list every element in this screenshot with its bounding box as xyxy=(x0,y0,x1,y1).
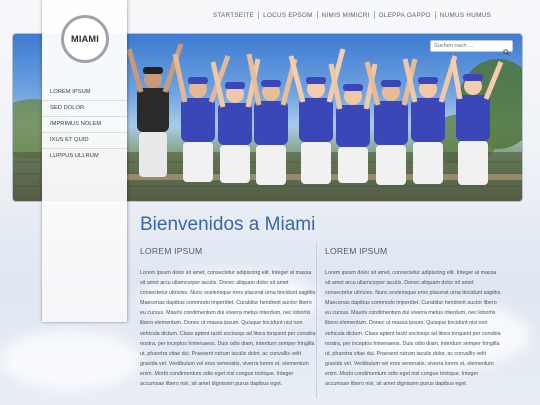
column-text: Lorem ipsum dolor sit amet, consectetur … xyxy=(140,270,317,388)
column-divider xyxy=(316,242,317,398)
content-column-right: LOREM IPSUM Lorem ipsum dolor sit amet, … xyxy=(325,246,502,389)
sidebar-item-ixus-et-quid[interactable]: IXUS ET QUID xyxy=(42,133,127,149)
nav-link-oleppa-oappo[interactable]: OLEPPA OAPPO xyxy=(375,12,435,19)
page-title: Bienvenidos a Miami xyxy=(140,214,316,235)
column-title: LOREM IPSUM xyxy=(140,246,203,256)
sidebar-item-imprimus-nolem[interactable]: IMPRIMUS NOLEM xyxy=(42,117,127,133)
sidebar-item-lorem-ipsum[interactable]: LOREM IPSUM xyxy=(42,85,127,101)
site-logo[interactable]: MIAMI xyxy=(61,15,109,63)
top-navigation: STARTSEITE LOCUS EPSOM NIMIS MIMICRI OLE… xyxy=(209,11,495,19)
sidebar: MIAMI LOREM IPSUM SED DOLOR IMPRIMUS NOL… xyxy=(42,0,127,322)
nav-link-locus-epsom[interactable]: LOCUS EPSOM xyxy=(259,12,317,19)
search-box[interactable]: Suchen nach ... xyxy=(430,40,513,56)
nav-link-numus-humus[interactable]: NUMUS HUMUS xyxy=(436,12,495,19)
sidebar-item-sed-dolor[interactable]: SED DOLOR xyxy=(42,101,127,117)
column-title: LOREM IPSUM xyxy=(325,246,388,256)
background-cloud xyxy=(0,330,140,390)
nav-link-startseite[interactable]: STARTSEITE xyxy=(209,12,258,19)
magnifier-icon[interactable] xyxy=(503,43,510,61)
search-input[interactable]: Suchen nach ... xyxy=(434,43,473,49)
content-column-left: LOREM IPSUM Lorem ipsum dolor sit amet, … xyxy=(140,246,317,389)
nav-link-nimis-mimicri[interactable]: NIMIS MIMICRI xyxy=(318,12,374,19)
sidebar-item-luppus-ullrum[interactable]: LUPPUS ULLRUM xyxy=(42,149,127,164)
logo-text: MIAMI xyxy=(70,34,100,44)
sidebar-menu: LOREM IPSUM SED DOLOR IMPRIMUS NOLEM IXU… xyxy=(42,85,127,164)
column-text: Lorem ipsum dolor sit amet, consectetur … xyxy=(325,270,502,388)
